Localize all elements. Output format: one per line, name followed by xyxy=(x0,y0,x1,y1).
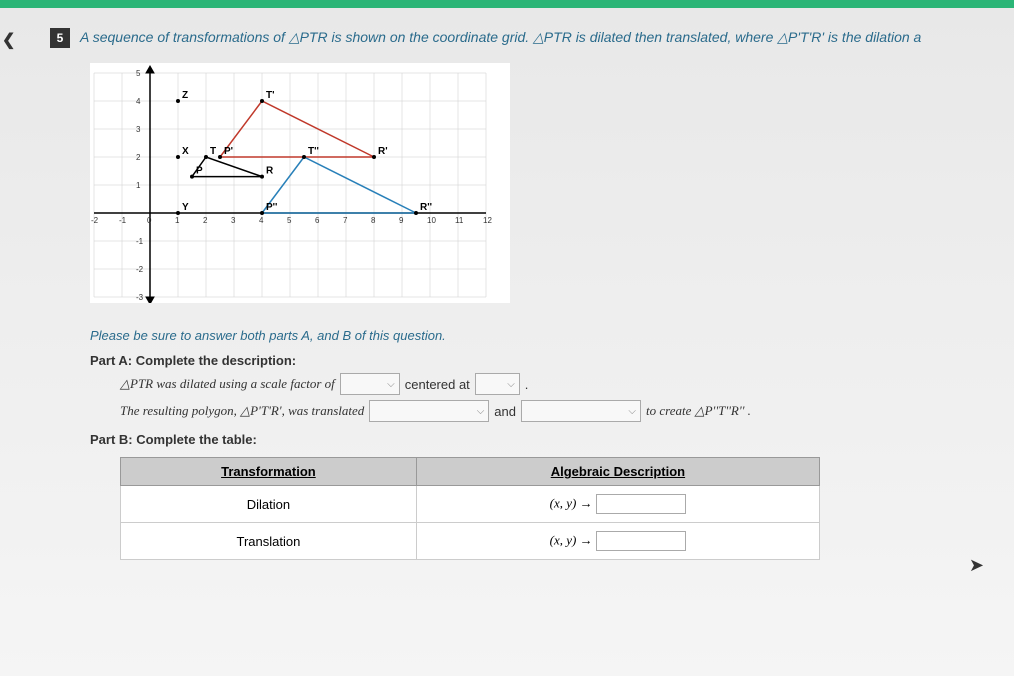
part-a-line1: △PTR was dilated using a scale factor of… xyxy=(120,373,984,395)
scale-factor-select[interactable] xyxy=(340,373,400,395)
svg-text:X: X xyxy=(182,146,189,157)
translate-dir1-select[interactable] xyxy=(369,400,489,422)
expr-input[interactable] xyxy=(596,494,686,514)
coordinate-grid: -2-10123456789101112-3-2-112345 ZXYPTRP'… xyxy=(90,63,984,308)
part-a-line2: The resulting polygon, △P'T'R', was tran… xyxy=(120,400,984,422)
svg-text:T': T' xyxy=(266,90,275,101)
table-row: Translation (x, y) → xyxy=(121,523,820,560)
line2-mid: and xyxy=(494,404,516,419)
svg-text:-2: -2 xyxy=(136,265,144,274)
svg-text:10: 10 xyxy=(427,216,436,225)
svg-text:5: 5 xyxy=(287,216,292,225)
svg-text:4: 4 xyxy=(259,216,264,225)
content-area: 5 A sequence of transformations of △PTR … xyxy=(0,8,1014,580)
part-a-label: Part A: Complete the description: xyxy=(90,353,984,368)
part-b-label: Part B: Complete the table: xyxy=(90,432,984,447)
instruction-text: Please be sure to answer both parts A, a… xyxy=(90,328,984,343)
line1-pre: △PTR was dilated using a scale factor of xyxy=(120,376,335,392)
svg-text:P'': P'' xyxy=(266,202,277,213)
svg-text:9: 9 xyxy=(399,216,404,225)
svg-text:-3: -3 xyxy=(136,293,144,302)
line1-mid: centered at xyxy=(405,377,470,392)
svg-text:-1: -1 xyxy=(136,237,144,246)
svg-text:R'': R'' xyxy=(420,202,432,213)
question-text: A sequence of transformations of △PTR is… xyxy=(80,28,921,48)
expr-input[interactable] xyxy=(596,531,686,551)
svg-text:12: 12 xyxy=(483,216,492,225)
question-header: 5 A sequence of transformations of △PTR … xyxy=(50,28,984,48)
line1-end: . xyxy=(525,377,529,392)
svg-text:7: 7 xyxy=(343,216,348,225)
svg-text:-2: -2 xyxy=(91,216,99,225)
svg-text:P': P' xyxy=(224,146,233,157)
translate-dir2-select[interactable] xyxy=(521,400,641,422)
graph-svg: -2-10123456789101112-3-2-112345 ZXYPTRP'… xyxy=(90,63,510,303)
row-expr: (x, y) → xyxy=(416,523,819,560)
svg-text:4: 4 xyxy=(136,97,141,106)
svg-text:2: 2 xyxy=(203,216,208,225)
question-number: 5 xyxy=(50,28,70,48)
svg-text:3: 3 xyxy=(231,216,236,225)
table-row: Dilation (x, y) → xyxy=(121,486,820,523)
svg-text:8: 8 xyxy=(371,216,376,225)
svg-text:2: 2 xyxy=(136,153,141,162)
transformation-table: Transformation Algebraic Description Dil… xyxy=(120,457,820,560)
svg-text:P: P xyxy=(196,166,203,177)
top-accent-bar xyxy=(0,0,1014,8)
svg-text:3: 3 xyxy=(136,125,141,134)
svg-text:1: 1 xyxy=(175,216,180,225)
cursor-icon: ➤ xyxy=(969,555,984,576)
line2-end: to create △P''T''R'' . xyxy=(646,403,751,419)
svg-text:Y: Y xyxy=(182,202,189,213)
row-expr: (x, y) → xyxy=(416,486,819,523)
table-container: Transformation Algebraic Description Dil… xyxy=(120,457,820,560)
svg-text:5: 5 xyxy=(136,69,141,78)
back-button[interactable]: ❮ xyxy=(2,30,15,50)
svg-text:-1: -1 xyxy=(119,216,127,225)
svg-text:Z: Z xyxy=(182,90,188,101)
th-description: Algebraic Description xyxy=(416,458,819,486)
svg-text:0: 0 xyxy=(147,216,152,225)
row-name: Translation xyxy=(121,523,417,560)
svg-text:T'': T'' xyxy=(308,146,319,157)
svg-text:6: 6 xyxy=(315,216,320,225)
svg-text:R': R' xyxy=(378,146,388,157)
th-transformation: Transformation xyxy=(121,458,417,486)
center-select[interactable] xyxy=(475,373,520,395)
svg-text:R: R xyxy=(266,166,274,177)
row-name: Dilation xyxy=(121,486,417,523)
svg-text:T: T xyxy=(210,146,216,157)
svg-text:11: 11 xyxy=(455,216,464,225)
svg-text:1: 1 xyxy=(136,181,141,190)
line2-pre: The resulting polygon, △P'T'R', was tran… xyxy=(120,403,364,419)
